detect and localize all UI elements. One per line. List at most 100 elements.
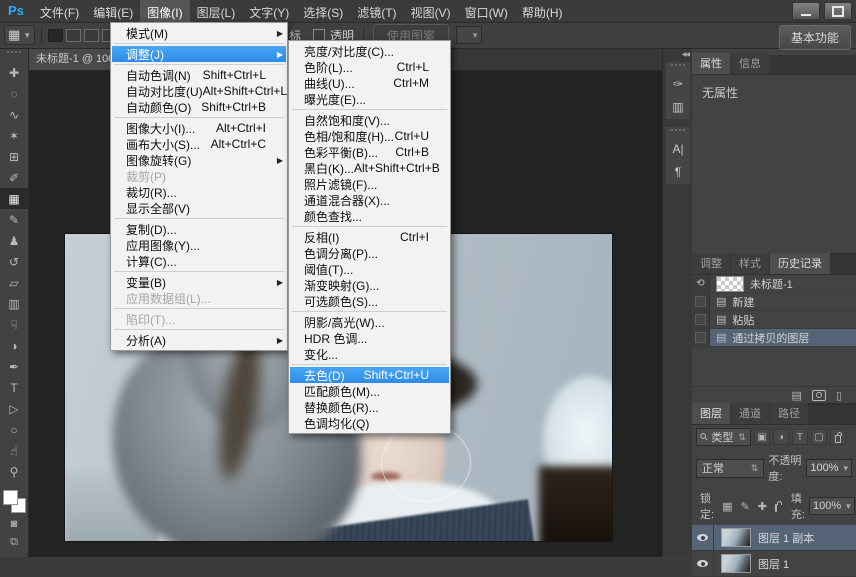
- clone-source-panel-icon[interactable]: ▥: [666, 95, 690, 118]
- gradient-tool[interactable]: ▥: [0, 293, 28, 314]
- lock-all-icon[interactable]: [775, 504, 777, 512]
- adjust-menu-item-25[interactable]: 替换颜色(R)...: [290, 399, 449, 415]
- dodge-tool[interactable]: ◑: [0, 335, 28, 356]
- eyedropper-tool[interactable]: ✐: [0, 167, 28, 188]
- move-tool[interactable]: ✚: [0, 62, 28, 83]
- lock-transparent-pixels-icon[interactable]: ▦: [722, 500, 732, 513]
- image-menu-item-4[interactable]: 自动色调(N)Shift+Ctrl+L: [112, 67, 286, 83]
- menubar-item-9[interactable]: 帮助(H): [515, 0, 570, 22]
- menubar-item-3[interactable]: 图层(L): [190, 0, 243, 22]
- brush-tool[interactable]: ✎: [0, 209, 28, 230]
- adjust-menu-item-2[interactable]: 曲线(U)...Ctrl+M: [290, 75, 449, 91]
- path-select-tool[interactable]: ▷: [0, 398, 28, 419]
- properties-tab-0[interactable]: 属性: [692, 53, 730, 74]
- history-step-row[interactable]: ▤粘贴: [692, 311, 856, 329]
- history-brush-tool[interactable]: ↺: [0, 251, 28, 272]
- maximize-button[interactable]: [824, 2, 852, 20]
- image-menu-item-19[interactable]: 变量(B)▶: [112, 274, 286, 290]
- tool-preset-picker[interactable]: ▦▼: [4, 25, 35, 45]
- adjust-menu-item-14[interactable]: 色调分离(P)...: [290, 245, 449, 261]
- paragraph-panel-icon[interactable]: ¶: [666, 160, 690, 183]
- image-menu-item-16[interactable]: 应用图像(Y)...: [112, 237, 286, 253]
- history-source-checkbox[interactable]: [695, 332, 706, 343]
- filter-shape-layers-icon[interactable]: ▢: [811, 429, 827, 445]
- adjust-menu-item-19[interactable]: 阴影/高光(W)...: [290, 314, 449, 330]
- shape-tool[interactable]: ○: [0, 419, 28, 440]
- quick-mask-button[interactable]: ◙: [0, 515, 28, 533]
- history-brush-source-cell[interactable]: ⟲: [692, 275, 710, 292]
- adjust-menu-item-5[interactable]: 自然饱和度(V)...: [290, 112, 449, 128]
- filter-type-layers-icon[interactable]: T: [792, 429, 808, 445]
- panel-grip[interactable]: [7, 51, 21, 60]
- crop-tool[interactable]: ⊞: [0, 146, 28, 167]
- marquee-tool[interactable]: ◌: [0, 83, 28, 104]
- history-brush-source-cell[interactable]: [692, 311, 710, 328]
- menubar-item-7[interactable]: 视图(V): [404, 0, 458, 22]
- layers-tab-1[interactable]: 通道: [731, 403, 769, 424]
- filter-pixel-layers-icon[interactable]: ▣: [754, 429, 770, 445]
- pattern-picker-dropdown[interactable]: ▼: [456, 26, 482, 44]
- history-source-checkbox[interactable]: [695, 296, 706, 307]
- adjust-menu-item-17[interactable]: 可选颜色(S)...: [290, 293, 449, 309]
- zoom-tool[interactable]: ⚲: [0, 461, 28, 482]
- adjust-menu-item-21[interactable]: 变化...: [290, 346, 449, 362]
- adjust-menu-item-3[interactable]: 曝光度(E)...: [290, 91, 449, 107]
- adjust-menu-item-16[interactable]: 渐变映射(G)...: [290, 277, 449, 293]
- image-menu-item-6[interactable]: 自动颜色(O)Shift+Ctrl+B: [112, 99, 286, 115]
- brush-panel-icon[interactable]: ✑: [666, 72, 690, 95]
- menubar-item-1[interactable]: 编辑(E): [86, 0, 140, 22]
- layer-visibility-toggle[interactable]: [692, 551, 714, 576]
- image-menu-item-13[interactable]: 显示全部(V): [112, 200, 286, 216]
- hand-tool[interactable]: ☝: [0, 440, 28, 461]
- foreground-color-swatch[interactable]: [3, 490, 18, 505]
- adjust-menu-item-9[interactable]: 照片滤镜(F)...: [290, 176, 449, 192]
- history-source-checkbox[interactable]: [695, 314, 706, 325]
- layers-tab-2[interactable]: 路径: [770, 403, 808, 424]
- history-tab-1[interactable]: 样式: [731, 253, 769, 274]
- history-step-row[interactable]: ▤新建: [692, 293, 856, 311]
- history-snapshot-row[interactable]: ⟲ 未标题-1: [692, 275, 856, 293]
- menubar-item-0[interactable]: 文件(F): [33, 0, 86, 22]
- adjust-menu-item-8[interactable]: 黑白(K)...Alt+Shift+Ctrl+B: [290, 160, 449, 176]
- clone-stamp-tool[interactable]: ♟: [0, 230, 28, 251]
- adjust-menu-item-10[interactable]: 通道混合器(X)...: [290, 192, 449, 208]
- screen-mode-button[interactable]: ⧉: [0, 533, 28, 551]
- layer-filter-type-select[interactable]: ⚲ 类型 ⇅: [696, 428, 751, 446]
- image-menu-item-15[interactable]: 复制(D)...: [112, 221, 286, 237]
- panel-grip[interactable]: [671, 64, 685, 70]
- adjust-menu-item-15[interactable]: 阈值(T)...: [290, 261, 449, 277]
- image-menu-item-8[interactable]: 图像大小(I)...Alt+Ctrl+I: [112, 120, 286, 136]
- adjust-menu-item-13[interactable]: 反相(I)Ctrl+I: [290, 229, 449, 245]
- image-menu-item-10[interactable]: 图像旋转(G)▶: [112, 152, 286, 168]
- lasso-tool[interactable]: ∿: [0, 104, 28, 125]
- adjust-menu-item-11[interactable]: 颜色查找...: [290, 208, 449, 224]
- image-menu-item-0[interactable]: 模式(M)▶: [112, 25, 286, 41]
- history-brush-source-cell[interactable]: [692, 329, 710, 346]
- minimize-button[interactable]: [792, 2, 820, 20]
- layer-row[interactable]: 图层 1: [692, 551, 856, 577]
- blend-mode-select[interactable]: 正常⇅: [696, 459, 764, 478]
- adjust-menu-item-7[interactable]: 色彩平衡(B)...Ctrl+B: [290, 144, 449, 160]
- menubar-item-5[interactable]: 选择(S): [296, 0, 350, 22]
- adjust-menu-item-23[interactable]: 去色(D)Shift+Ctrl+U: [290, 367, 449, 383]
- filter-adjustment-layers-icon[interactable]: ◑: [773, 429, 789, 445]
- adjust-menu-item-26[interactable]: 色调均化(Q): [290, 415, 449, 431]
- subtract-selection-mode-button[interactable]: [84, 29, 99, 42]
- fill-value[interactable]: 100%▾: [809, 497, 855, 515]
- delete-state-icon[interactable]: ▯: [836, 389, 842, 402]
- new-snapshot-icon[interactable]: [812, 390, 826, 401]
- history-step-row[interactable]: ▤通过拷贝的图层: [692, 329, 856, 347]
- image-menu-item-2[interactable]: 调整(J)▶: [112, 46, 286, 62]
- character-panel-icon[interactable]: A|: [666, 137, 690, 160]
- history-tab-0[interactable]: 调整: [692, 253, 730, 274]
- opacity-value[interactable]: 100%▾: [806, 459, 852, 477]
- smudge-tool[interactable]: ☟: [0, 314, 28, 335]
- workspace-switcher-button[interactable]: 基本功能: [779, 25, 851, 50]
- layer-visibility-toggle[interactable]: [692, 525, 714, 550]
- image-menu-item-17[interactable]: 计算(C)...: [112, 253, 286, 269]
- menubar-item-8[interactable]: 窗口(W): [458, 0, 515, 22]
- patch-tool[interactable]: ▦: [0, 188, 28, 209]
- adjust-menu-item-24[interactable]: 匹配颜色(M)...: [290, 383, 449, 399]
- menubar-item-2[interactable]: 图像(I): [140, 0, 189, 22]
- lock-position-icon[interactable]: ✚: [758, 500, 767, 513]
